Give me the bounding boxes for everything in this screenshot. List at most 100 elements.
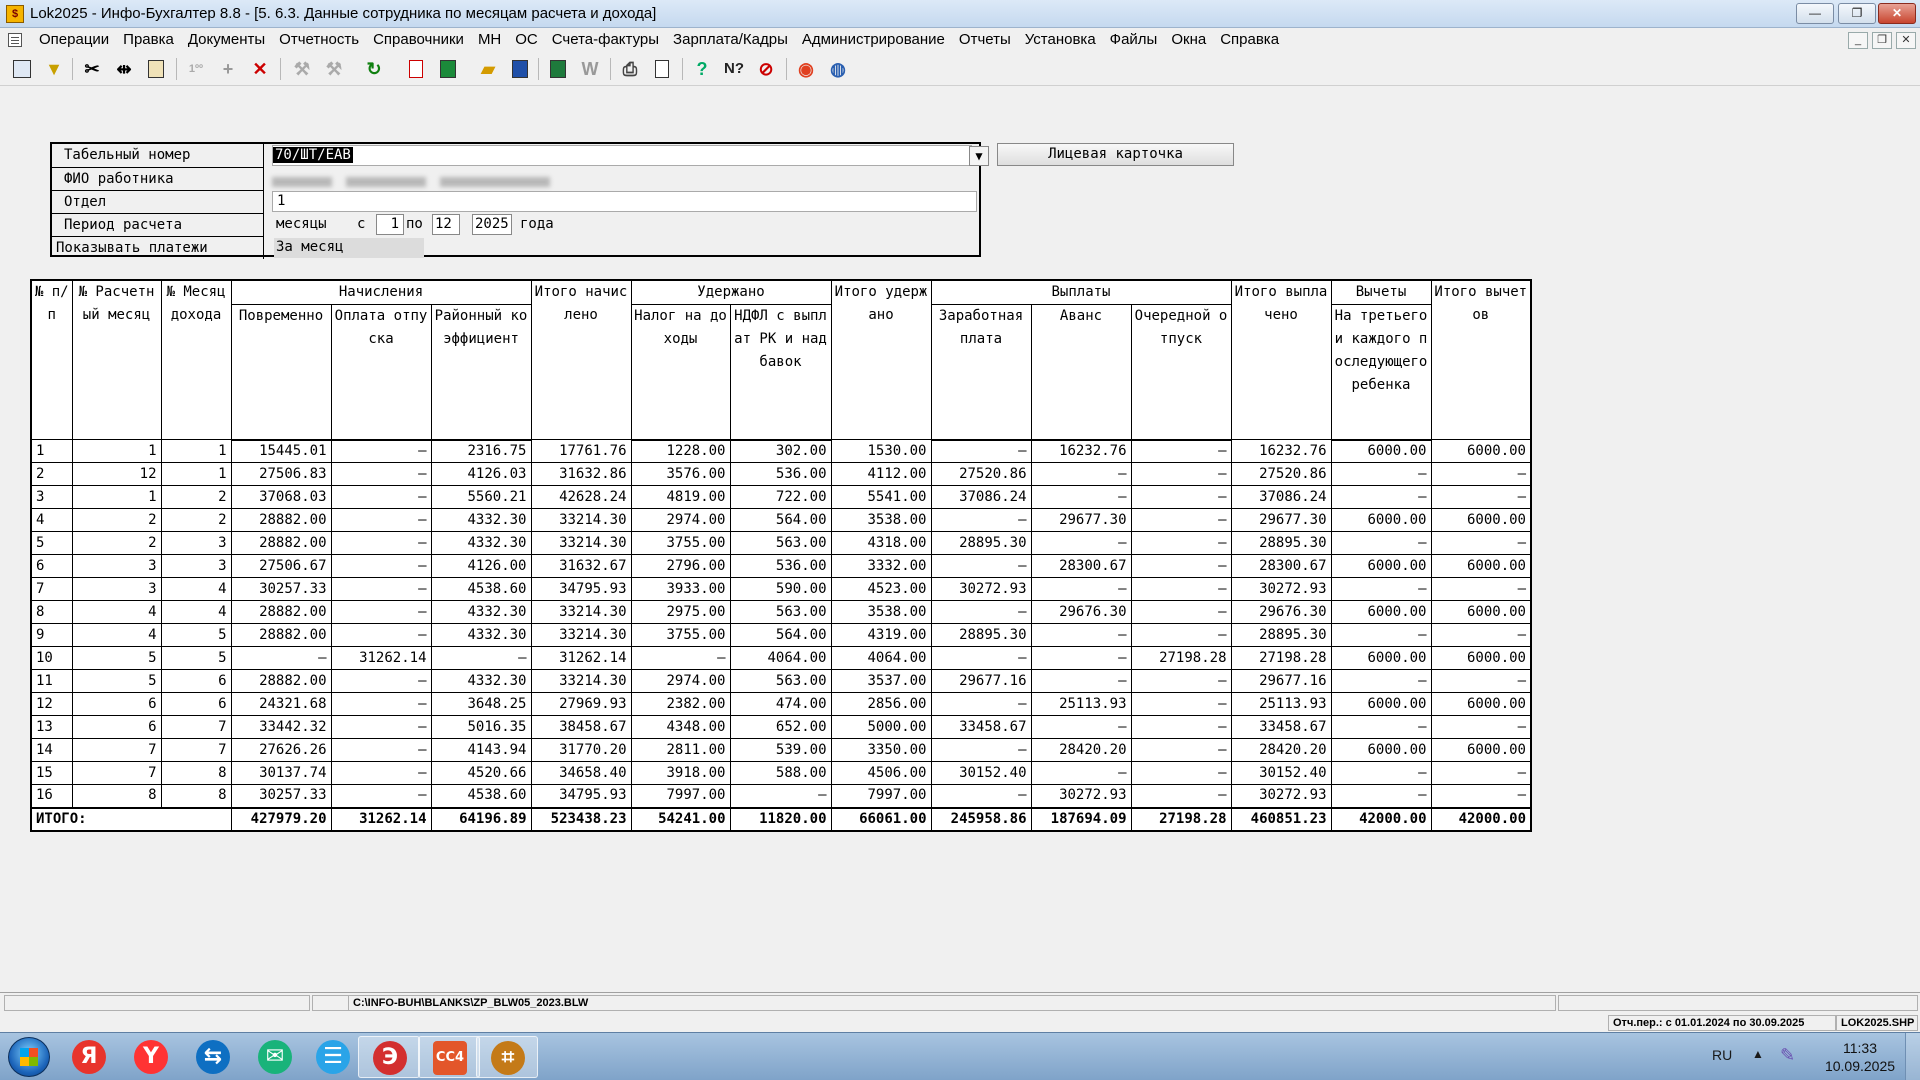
- tray-expand-icon[interactable]: ▲: [1752, 1047, 1764, 1061]
- close-button[interactable]: ✕: [1878, 3, 1916, 24]
- cut-icon[interactable]: ✂: [80, 57, 104, 81]
- print-icon[interactable]: ⎙: [618, 57, 642, 81]
- table-row[interactable]: 9 4 5 28882.00–4332.30 33214.30 3755.00 564.00…: [30, 623, 1532, 647]
- taskbar-app-6[interactable]: CC4: [418, 1036, 480, 1078]
- add-icon[interactable]: +: [216, 57, 240, 81]
- toolbar-separator: [610, 58, 611, 80]
- menu-item-11[interactable]: Установка: [1018, 28, 1103, 52]
- save-icon[interactable]: [508, 57, 532, 81]
- table-cell: –: [330, 692, 432, 716]
- taskbar-app-0[interactable]: Я: [58, 1036, 120, 1078]
- table-row[interactable]: 4 2 2 28882.00–4332.30 33214.30 2974.00 564.00…: [30, 508, 1532, 532]
- dept-field[interactable]: 1: [272, 191, 977, 212]
- table-cell: 4143.94: [430, 738, 532, 762]
- taskbar-app-4[interactable]: ☰: [302, 1036, 364, 1078]
- clock[interactable]: 11:33 10.09.2025: [1810, 1039, 1910, 1075]
- document-icon[interactable]: [404, 57, 428, 81]
- filter-icon[interactable]: ▼: [42, 57, 66, 81]
- support-icon[interactable]: ◉: [794, 57, 818, 81]
- menu-item-2[interactable]: Документы: [181, 28, 272, 52]
- taskbar-app-7[interactable]: ⌗: [476, 1036, 538, 1078]
- table-cell: 2974.00: [630, 508, 731, 532]
- col-income-month: № Месяц дохода: [160, 279, 232, 440]
- table-cell: 2: [30, 462, 73, 486]
- column-width-icon[interactable]: ⇹: [112, 57, 136, 81]
- language-indicator[interactable]: RU: [1712, 1047, 1732, 1063]
- table-row[interactable]: 12 6 6 24321.68–3648.25 27969.93 2382.00 474.0…: [30, 692, 1532, 716]
- table-row[interactable]: 5 2 3 28882.00–4332.30 33214.30 3755.00 563.00…: [30, 531, 1532, 555]
- personal-card-button[interactable]: Лицевая карточка: [997, 143, 1234, 166]
- preview-icon[interactable]: [650, 57, 674, 81]
- menu-item-0[interactable]: Операции: [32, 28, 116, 52]
- menu-item-5[interactable]: МН: [471, 28, 508, 52]
- taskbar-app-3[interactable]: ✉: [244, 1036, 306, 1078]
- table-cell: 28895.30: [1230, 531, 1332, 555]
- tab-number-dropdown-icon[interactable]: ▼: [969, 146, 989, 166]
- menu-item-3[interactable]: Отчетность: [272, 28, 366, 52]
- paste-icon[interactable]: [144, 57, 168, 81]
- start-button[interactable]: [8, 1037, 50, 1077]
- open-folder-icon[interactable]: ▰: [476, 57, 500, 81]
- table-row[interactable]: 1 1 1 15445.01–2316.75 17761.76 1228.00 302.00…: [30, 439, 1532, 463]
- col-ndfl-rk: НДФЛ с выплат РК и надбавок: [729, 304, 832, 441]
- refresh-icon[interactable]: ↻: [362, 57, 386, 81]
- table-cell: 1: [71, 485, 162, 509]
- help-icon[interactable]: ?: [690, 57, 714, 81]
- table-row[interactable]: 6 3 3 27506.67–4126.00 31632.67 2796.00 536.00…: [30, 554, 1532, 578]
- table-row[interactable]: 16 8 8 30257.33–4538.60 34795.93 7997.00–7997…: [30, 784, 1532, 808]
- navigator-icon[interactable]: ⊘: [754, 57, 778, 81]
- table-row[interactable]: 8 4 4 28882.00–4332.30 33214.30 2975.00 563.00…: [30, 600, 1532, 624]
- menu-item-13[interactable]: Окна: [1164, 28, 1213, 52]
- pen-icon[interactable]: ✎: [1780, 1045, 1795, 1066]
- table-row[interactable]: 11 5 6 28882.00–4332.30 33214.30 2974.00 563.0…: [30, 669, 1532, 693]
- menu-item-1[interactable]: Правка: [116, 28, 181, 52]
- word-icon[interactable]: W: [578, 57, 602, 81]
- table-cell: 12: [71, 462, 162, 486]
- menu-item-4[interactable]: Справочники: [366, 28, 471, 52]
- form-row-show: Показывать платежи За месяц: [52, 236, 979, 259]
- system-menu-icon[interactable]: [8, 33, 22, 47]
- restore-button[interactable]: ❐: [1838, 3, 1876, 24]
- tab-number-field[interactable]: 70/ШТ/ЕАВ: [272, 145, 972, 166]
- counter-icon[interactable]: 1ºº: [184, 57, 208, 81]
- table-row[interactable]: 14 7 7 27626.26–4143.94 31770.20 2811.00 539.0…: [30, 738, 1532, 762]
- context-help-icon[interactable]: N?: [722, 57, 746, 81]
- period-from-field[interactable]: 1: [376, 214, 404, 235]
- delete-icon[interactable]: ✕: [248, 57, 272, 81]
- taskbar-app-2[interactable]: ⇆: [182, 1036, 244, 1078]
- table-row[interactable]: 13 6 7 33442.32–5016.35 38458.67 4348.00 652.0…: [30, 715, 1532, 739]
- table-cell: 564.00: [729, 508, 832, 532]
- period-to-field[interactable]: 12: [432, 214, 460, 235]
- table-row[interactable]: 10 5 5–31262.14–31262.14–4064.00 4064.00– –2…: [30, 646, 1532, 670]
- table-cell: 5560.21: [430, 485, 532, 509]
- menu-item-6[interactable]: ОС: [508, 28, 545, 52]
- menu-item-8[interactable]: Зарплата/Кадры: [666, 28, 795, 52]
- menu-item-7[interactable]: Счета-фактуры: [545, 28, 666, 52]
- minimize-button[interactable]: —: [1796, 3, 1834, 24]
- taskbar-app-5[interactable]: Э: [358, 1036, 420, 1078]
- taskbar-app-1[interactable]: Y: [120, 1036, 182, 1078]
- table-row[interactable]: 15 7 8 30137.74–4520.66 34658.40 3918.00 588.0…: [30, 761, 1532, 785]
- show-payments-select[interactable]: За месяц: [274, 238, 424, 258]
- table-row[interactable]: 7 3 4 30257.33–4538.60 34795.93 3933.00 590.00…: [30, 577, 1532, 601]
- web-icon[interactable]: ◍: [826, 57, 850, 81]
- calculator-icon[interactable]: [436, 57, 460, 81]
- menu-item-10[interactable]: Отчеты: [952, 28, 1018, 52]
- mdi-close-button[interactable]: ✕: [1896, 32, 1916, 49]
- menu-item-12[interactable]: Файлы: [1103, 28, 1165, 52]
- clock-time: 11:33: [1843, 1040, 1877, 1056]
- show-desktop-button[interactable]: [1905, 1033, 1920, 1080]
- menu-item-9[interactable]: Администрирование: [795, 28, 952, 52]
- report-grid-icon[interactable]: [10, 57, 34, 81]
- tab-number-value: 70/ШТ/ЕАВ: [273, 147, 353, 163]
- col-calc-month: № Расчетный месяц: [71, 279, 162, 440]
- table-cell: 3755.00: [630, 623, 731, 647]
- table-row[interactable]: 2 12 1 27506.83–4126.03 31632.86 3576.00 536.0…: [30, 462, 1532, 486]
- period-year-field[interactable]: 2025: [472, 214, 512, 235]
- menu-item-14[interactable]: Справка: [1213, 28, 1286, 52]
- mdi-restore-button[interactable]: ❐: [1872, 32, 1892, 49]
- excel-icon[interactable]: [546, 57, 570, 81]
- table-cell: 3538.00: [830, 508, 932, 532]
- mdi-minimize-button[interactable]: _: [1848, 32, 1868, 49]
- table-row[interactable]: 3 1 2 37068.03–5560.21 42628.24 4819.00 722.00…: [30, 485, 1532, 509]
